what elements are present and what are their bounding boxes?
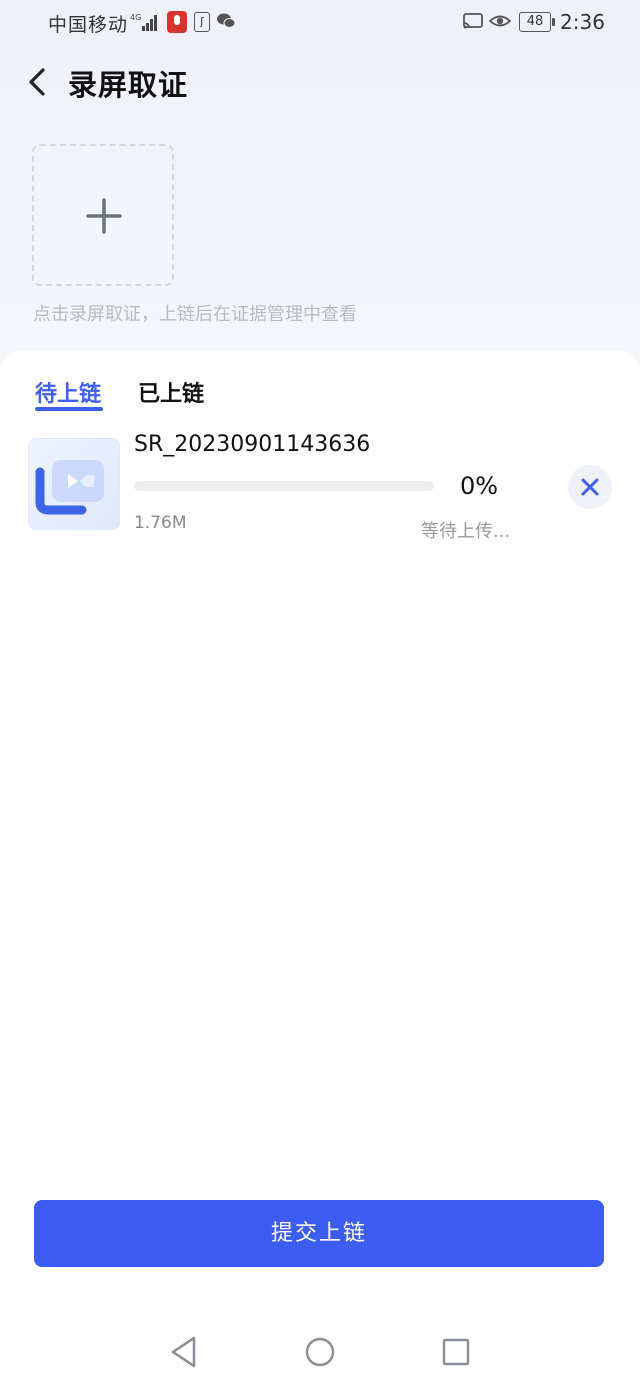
progress-percent: 0% xyxy=(460,472,499,500)
carrier-label: 中国移动 xyxy=(48,14,129,36)
file-thumbnail xyxy=(28,438,120,530)
close-icon xyxy=(581,478,599,496)
plus-icon xyxy=(86,198,122,234)
add-recording-button[interactable] xyxy=(32,144,174,286)
video-file-icon xyxy=(35,460,104,515)
eye-comfort-icon xyxy=(489,15,511,27)
nav-back-icon[interactable] xyxy=(168,1334,200,1370)
app-notification-icon: ʃ xyxy=(194,12,210,32)
hint-text: 点击录屏取证，上链后在证据管理中查看 xyxy=(33,304,357,325)
clock: 2:36 xyxy=(560,10,605,34)
battery-indicator: 48 xyxy=(519,12,555,32)
network-label: 4G xyxy=(130,13,141,22)
signal-icon: 4G xyxy=(130,13,157,31)
tab-pending[interactable]: 待上链 xyxy=(35,376,101,408)
nav-home-icon[interactable] xyxy=(304,1334,336,1370)
submit-button[interactable]: 提交上链 xyxy=(34,1200,604,1267)
back-arrow-icon[interactable] xyxy=(24,64,54,100)
tab-uploaded[interactable]: 已上链 xyxy=(138,376,204,408)
file-size: 1.76M xyxy=(134,513,187,533)
cast-icon xyxy=(463,13,483,29)
file-name: SR_20230901143636 xyxy=(134,432,371,457)
upload-status: 等待上传... xyxy=(421,521,511,542)
nav-recent-icon[interactable] xyxy=(440,1334,472,1370)
upload-progress-bar xyxy=(134,481,434,491)
wechat-icon xyxy=(217,13,236,28)
mic-recording-icon xyxy=(167,11,187,33)
page-title: 录屏取证 xyxy=(68,68,189,102)
status-bar: 中国移动 4G ʃ 48 2:36 xyxy=(0,0,640,44)
cancel-upload-button[interactable] xyxy=(568,465,612,509)
active-tab-indicator xyxy=(35,407,103,411)
